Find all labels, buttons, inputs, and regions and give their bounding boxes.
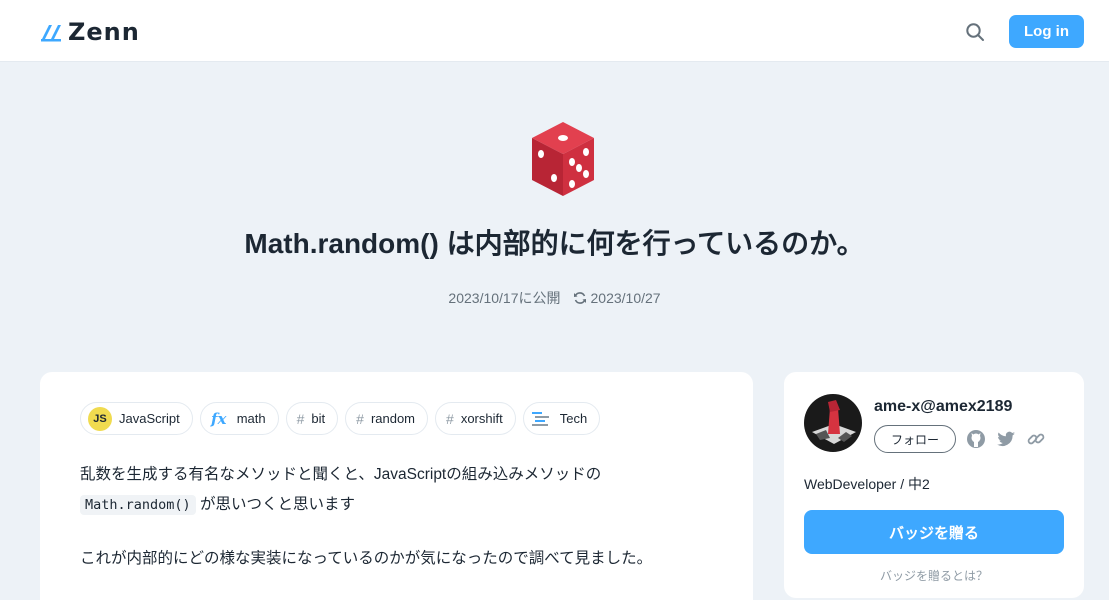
logo-text: Zenn [68,18,140,46]
article-card: JS JavaScript fx math # bit # random # x… [40,372,753,600]
author-card: ame-x@amex2189 フォロー WebDeveloper / 中2 バッ… [784,372,1084,598]
tag-label: math [236,411,266,426]
search-button[interactable] [962,19,988,45]
tag-label: JavaScript [119,411,180,426]
inline-code: Math.random() [80,495,196,515]
zenn-logo[interactable]: Zenn [40,18,140,46]
author-avatar[interactable] [804,394,862,452]
hash-icon: # [356,410,364,427]
tag-label: bit [311,411,326,426]
hash-icon: # [446,410,454,427]
published-date: 2023/10/17に公開 [448,290,561,306]
article-title: Math.random() は内部的に何を行っているのか。 [244,228,865,259]
refresh-icon [573,292,586,304]
tag-list: JS JavaScript fx math # bit # random # x… [80,402,601,435]
tag-label: random [370,411,416,426]
updated-date: 2023/10/27 [590,290,661,306]
link-icon[interactable] [1026,429,1046,449]
author-name[interactable]: ame-x@amex2189 [874,398,1012,416]
author-bio: WebDeveloper / 中2 [804,476,930,492]
tag-xorshift[interactable]: # xorshift [435,402,516,435]
tech-icon [531,411,549,426]
github-icon[interactable] [966,429,986,449]
login-button[interactable]: Log in [1009,15,1084,48]
search-icon [966,23,984,41]
article-dates: 2023/10/17に公開 2023/10/27 [0,288,1109,308]
updated-date-group: 2023/10/27 [573,290,661,306]
send-badge-button[interactable]: バッジを贈る [804,510,1064,554]
tag-math[interactable]: fx math [199,402,279,435]
badge-help-link[interactable]: バッジを贈るとは？ [784,567,1084,584]
javascript-icon: JS [88,406,112,431]
tag-random[interactable]: # random [345,402,429,435]
avatar-image [804,394,862,452]
paragraph-2: これが内部的にどの様な実装になっているのかが気になったので調べて見ました。 [80,550,653,567]
paragraph-1: 乱数を生成する有名なメソッドと聞くと、JavaScriptの組み込みメソッドの … [80,460,720,520]
follow-button[interactable]: フォロー [874,425,956,453]
tag-bit[interactable]: # bit [285,402,339,435]
tag-javascript[interactable]: JS JavaScript [80,402,193,435]
dice-emoji-icon [532,122,594,196]
fx-icon: fx [211,409,227,428]
tag-label: xorshift [460,411,503,426]
zenn-logo-icon [41,25,61,42]
tag-tech[interactable]: Tech [522,402,601,435]
paragraph-1-line-1: 乱数を生成する有名なメソッドと聞くと、JavaScriptの組み込みメソッドの [80,466,602,483]
site-header: Zenn Log in [0,0,1109,62]
tag-label: Tech [559,411,588,426]
hash-icon: # [296,410,305,427]
twitter-icon[interactable] [996,429,1016,449]
article-body: 乱数を生成する有名なメソッドと聞くと、JavaScriptの組み込みメソッドの … [80,460,720,574]
paragraph-1-line-2: が思いつくと思います [199,496,355,513]
